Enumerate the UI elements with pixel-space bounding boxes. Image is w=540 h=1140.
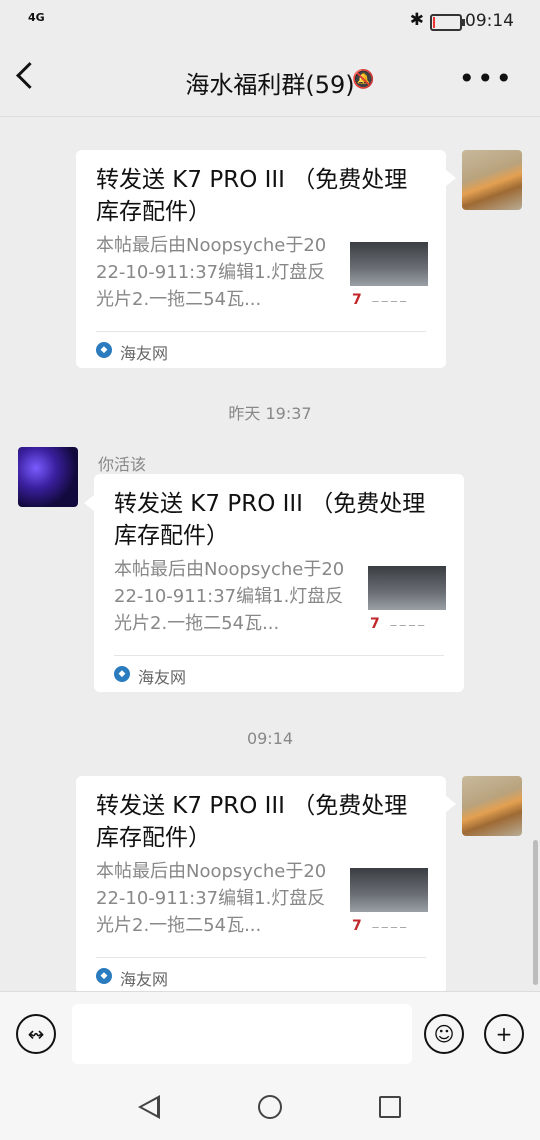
message-timestamp: 昨天 19:37 xyxy=(228,404,312,423)
card-thumbnail: 7— — — — xyxy=(350,868,428,940)
card-divider xyxy=(96,957,426,958)
nav-recent-icon[interactable] xyxy=(379,1096,401,1118)
card-title: 转发送 K7 PRO III （免费处理库存配件） xyxy=(96,793,408,851)
status-bar: 4G ✱ 09:14 xyxy=(0,0,540,44)
card-description: 本帖最后由Noopsyche于2022-10-911:37编辑1.灯盘反光片2.… xyxy=(96,235,327,310)
bluetooth-icon: ✱ xyxy=(409,10,424,30)
card-source: 海友网 xyxy=(120,970,169,989)
system-nav-bar xyxy=(0,1076,540,1140)
nav-home-icon[interactable] xyxy=(258,1095,282,1119)
voice-icon[interactable]: ↭ xyxy=(16,1014,56,1054)
message-timestamp: 09:14 xyxy=(246,729,294,748)
input-bar: ↭ ☺ + xyxy=(0,991,540,1076)
card-thumbnail: 7— — — — xyxy=(350,242,428,314)
card-description: 本帖最后由Noopsyche于2022-10-911:37编辑1.灯盘反光片2.… xyxy=(114,559,345,634)
chat-scrollbar[interactable] xyxy=(533,840,538,985)
bell-muted-icon: 🔕 xyxy=(352,69,375,90)
card-title: 转发送 K7 PRO III （免费处理库存配件） xyxy=(96,167,408,225)
sender-name: 你活该 xyxy=(98,455,147,474)
message-input[interactable] xyxy=(72,1004,412,1064)
card-source: 海友网 xyxy=(120,344,169,363)
card-title: 转发送 K7 PRO III （免费处理库存配件） xyxy=(114,491,426,549)
network-indicator: 4G xyxy=(28,11,45,24)
link-card[interactable]: 转发送 K7 PRO III （免费处理库存配件） 本帖最后由Noopsyche… xyxy=(76,150,446,368)
battery-level xyxy=(433,17,435,28)
card-description: 本帖最后由Noopsyche于2022-10-911:37编辑1.灯盘反光片2.… xyxy=(96,861,327,936)
chat-header: 海水福利群(59) 🔕 ••• xyxy=(0,44,540,117)
status-time: 09:14 xyxy=(465,11,514,31)
link-card[interactable]: 转发送 K7 PRO III （免费处理库存配件） 本帖最后由Noopsyche… xyxy=(76,776,446,991)
plus-icon[interactable]: + xyxy=(484,1014,524,1054)
emoji-icon[interactable]: ☺ xyxy=(424,1014,464,1054)
card-divider xyxy=(96,331,426,332)
source-logo-icon: ◆ xyxy=(96,968,112,984)
battery-icon xyxy=(430,14,465,31)
bubble-tail xyxy=(446,170,456,186)
nav-back-icon[interactable] xyxy=(138,1095,160,1119)
link-card[interactable]: 转发送 K7 PRO III （免费处理库存配件） 本帖最后由Noopsyche… xyxy=(94,474,464,692)
card-source: 海友网 xyxy=(138,668,187,687)
bubble-tail xyxy=(84,495,94,511)
source-logo-icon: ◆ xyxy=(114,666,130,682)
avatar[interactable] xyxy=(462,150,522,210)
chat-area[interactable]: 转发送 K7 PRO III （免费处理库存配件） 本帖最后由Noopsyche… xyxy=(0,117,540,991)
source-logo-icon: ◆ xyxy=(96,342,112,358)
card-divider xyxy=(114,655,444,656)
card-thumbnail: 7— — — — xyxy=(368,566,446,638)
avatar[interactable] xyxy=(18,447,78,507)
bubble-tail xyxy=(446,796,456,812)
more-icon[interactable]: ••• xyxy=(458,62,514,95)
avatar[interactable] xyxy=(462,776,522,836)
